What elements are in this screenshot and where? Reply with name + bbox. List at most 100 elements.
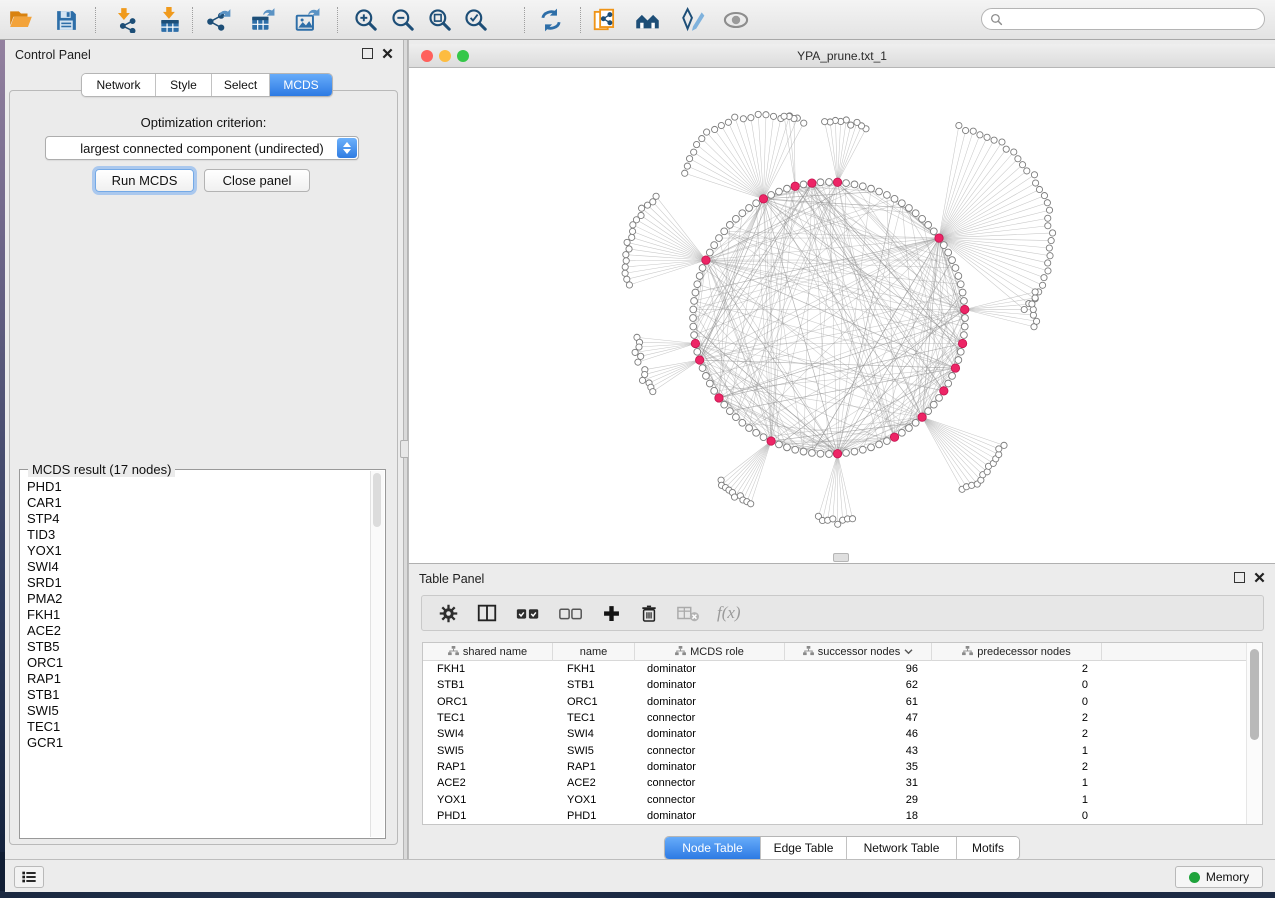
tab-style[interactable]: Style <box>156 74 212 96</box>
function-builder-icon[interactable]: f(x) <box>717 603 741 623</box>
task-history-button[interactable] <box>14 866 44 888</box>
task-history-icon <box>21 870 37 884</box>
column-header-name[interactable]: name <box>553 643 635 661</box>
table-row[interactable]: RAP1RAP1dominator352 <box>423 759 1248 775</box>
table-row[interactable]: SWI5SWI5connector431 <box>423 742 1248 758</box>
mcds-result-list[interactable]: PHD1CAR1STP4TID3YOX1SWI4SRD1PMA2FKH1ACE2… <box>21 479 370 837</box>
mcds-result-item[interactable]: STP4 <box>27 511 370 527</box>
tab-mcds[interactable]: MCDS <box>270 74 332 96</box>
import-network-icon[interactable] <box>110 6 140 34</box>
save-session-icon[interactable] <box>51 6 81 34</box>
scrollbar-thumb[interactable] <box>1250 649 1259 740</box>
desktop-wallpaper-strip <box>0 891 1275 898</box>
show-column-panel-icon[interactable] <box>476 602 498 624</box>
table-row[interactable]: ORC1ORC1dominator610 <box>423 694 1248 710</box>
run-mcds-button[interactable]: Run MCDS <box>95 169 194 192</box>
deselect-all-columns-icon[interactable] <box>558 600 584 626</box>
new-network-from-selection-icon[interactable] <box>590 6 620 34</box>
table-row[interactable]: YOX1YOX1connector291 <box>423 791 1248 807</box>
graphics-details-eye-icon[interactable] <box>721 6 751 34</box>
table-toolbar: f(x) <box>421 595 1264 631</box>
shared-column-icon <box>803 646 814 659</box>
mcds-result-item[interactable]: ORC1 <box>27 655 370 671</box>
table-panel: Table Panel f(x) shared namenameMCDS rol… <box>408 563 1275 859</box>
mcds-result-item[interactable]: STB5 <box>27 639 370 655</box>
mcds-result-item[interactable]: ACE2 <box>27 623 370 639</box>
mcds-result-item[interactable]: PMA2 <box>27 591 370 607</box>
mcds-result-item[interactable]: GCR1 <box>27 735 370 751</box>
memory-button[interactable]: Memory <box>1175 866 1263 888</box>
mcds-result-item[interactable]: YOX1 <box>27 543 370 559</box>
export-table-icon[interactable] <box>247 6 277 34</box>
select-all-columns-icon[interactable] <box>515 600 541 626</box>
table-row[interactable]: PHD1PHD1dominator180 <box>423 808 1248 824</box>
table-row[interactable]: TEC1TEC1connector472 <box>423 710 1248 726</box>
mcds-result-group: MCDS result (17 nodes) PHD1CAR1STP4TID3Y… <box>19 469 386 839</box>
zoom-fit-icon[interactable] <box>425 6 455 34</box>
tab-select[interactable]: Select <box>212 74 270 96</box>
mcds-result-scrollbar[interactable] <box>370 471 384 837</box>
zoom-selected-icon[interactable] <box>461 6 491 34</box>
mcds-result-item[interactable]: SRD1 <box>27 575 370 591</box>
column-header-shared-name[interactable]: shared name <box>423 643 553 661</box>
open-file-icon[interactable] <box>6 6 36 34</box>
criterion-dropdown[interactable]: largest connected component (undirected) <box>45 136 359 160</box>
column-header-filler <box>1102 643 1248 661</box>
table-row[interactable]: ACE2ACE2connector311 <box>423 775 1248 791</box>
mcds-result-item[interactable]: CAR1 <box>27 495 370 511</box>
tab-edge-table[interactable]: Edge Table <box>761 837 847 859</box>
tab-network[interactable]: Network <box>82 74 156 96</box>
export-network-icon[interactable] <box>204 6 234 34</box>
tab-motifs[interactable]: Motifs <box>957 837 1019 859</box>
mcds-result-item[interactable]: PHD1 <box>27 479 370 495</box>
main-toolbar <box>0 0 1275 40</box>
create-column-icon[interactable] <box>601 603 622 624</box>
float-panel-icon[interactable] <box>1234 572 1245 583</box>
mcds-result-item[interactable]: SWI4 <box>27 559 370 575</box>
mcds-result-item[interactable]: RAP1 <box>27 671 370 687</box>
mcds-result-item[interactable]: STB1 <box>27 687 370 703</box>
tab-network-table[interactable]: Network Table <box>847 837 957 859</box>
table-panel-splitter-handle[interactable] <box>833 553 849 562</box>
mcds-tab-content: Optimization criterion: largest connecte… <box>9 90 398 845</box>
close-panel-icon[interactable] <box>382 48 393 59</box>
float-panel-icon[interactable] <box>362 48 373 59</box>
search-field[interactable] <box>981 8 1265 30</box>
column-header-predecessor-nodes[interactable]: predecessor nodes <box>932 643 1102 661</box>
apply-layout-icon[interactable] <box>536 6 566 34</box>
mcds-result-item[interactable]: SWI5 <box>27 703 370 719</box>
close-panel-button[interactable]: Close panel <box>204 169 310 192</box>
export-image-icon[interactable] <box>292 6 322 34</box>
close-panel-icon[interactable] <box>1254 572 1265 583</box>
table-row[interactable]: SWI4SWI4dominator462 <box>423 726 1248 742</box>
mcds-result-item[interactable]: TID3 <box>27 527 370 543</box>
first-neighbors-icon[interactable] <box>632 6 662 34</box>
column-header-MCDS-role[interactable]: MCDS role <box>635 643 785 661</box>
search-icon <box>990 13 1003 26</box>
node-table-header: shared namenameMCDS rolesuccessor nodesp… <box>423 643 1248 661</box>
optimization-criterion-label: Optimization criterion: <box>10 115 397 130</box>
zoom-in-icon[interactable] <box>351 6 381 34</box>
criterion-value: largest connected component (undirected) <box>80 141 324 156</box>
sort-desc-icon <box>904 646 913 658</box>
shared-column-icon <box>675 646 686 659</box>
mcds-result-item[interactable]: FKH1 <box>27 607 370 623</box>
import-table-icon[interactable] <box>155 6 185 34</box>
network-view[interactable] <box>409 68 1275 563</box>
destroy-table-icon[interactable] <box>676 602 700 624</box>
table-row[interactable]: FKH1FKH1dominator962 <box>423 661 1248 677</box>
style-pen-icon[interactable] <box>678 6 708 34</box>
tab-node-table[interactable]: Node Table <box>665 837 761 859</box>
network-canvas-svg <box>409 68 1275 563</box>
node-table: shared namenameMCDS rolesuccessor nodesp… <box>422 642 1263 825</box>
column-settings-gear-icon[interactable] <box>438 603 459 624</box>
node-table-scrollbar[interactable] <box>1246 643 1262 824</box>
search-input[interactable] <box>1003 11 1264 27</box>
mcds-result-item[interactable]: TEC1 <box>27 719 370 735</box>
table-row[interactable]: STB1STB1dominator620 <box>423 677 1248 693</box>
column-header-successor-nodes[interactable]: successor nodes <box>785 643 932 661</box>
delete-column-trash-icon[interactable] <box>639 603 659 624</box>
network-window: YPA_prune.txt_1 <box>408 40 1275 563</box>
network-window-titlebar[interactable]: YPA_prune.txt_1 <box>409 44 1275 68</box>
zoom-out-icon[interactable] <box>388 6 418 34</box>
